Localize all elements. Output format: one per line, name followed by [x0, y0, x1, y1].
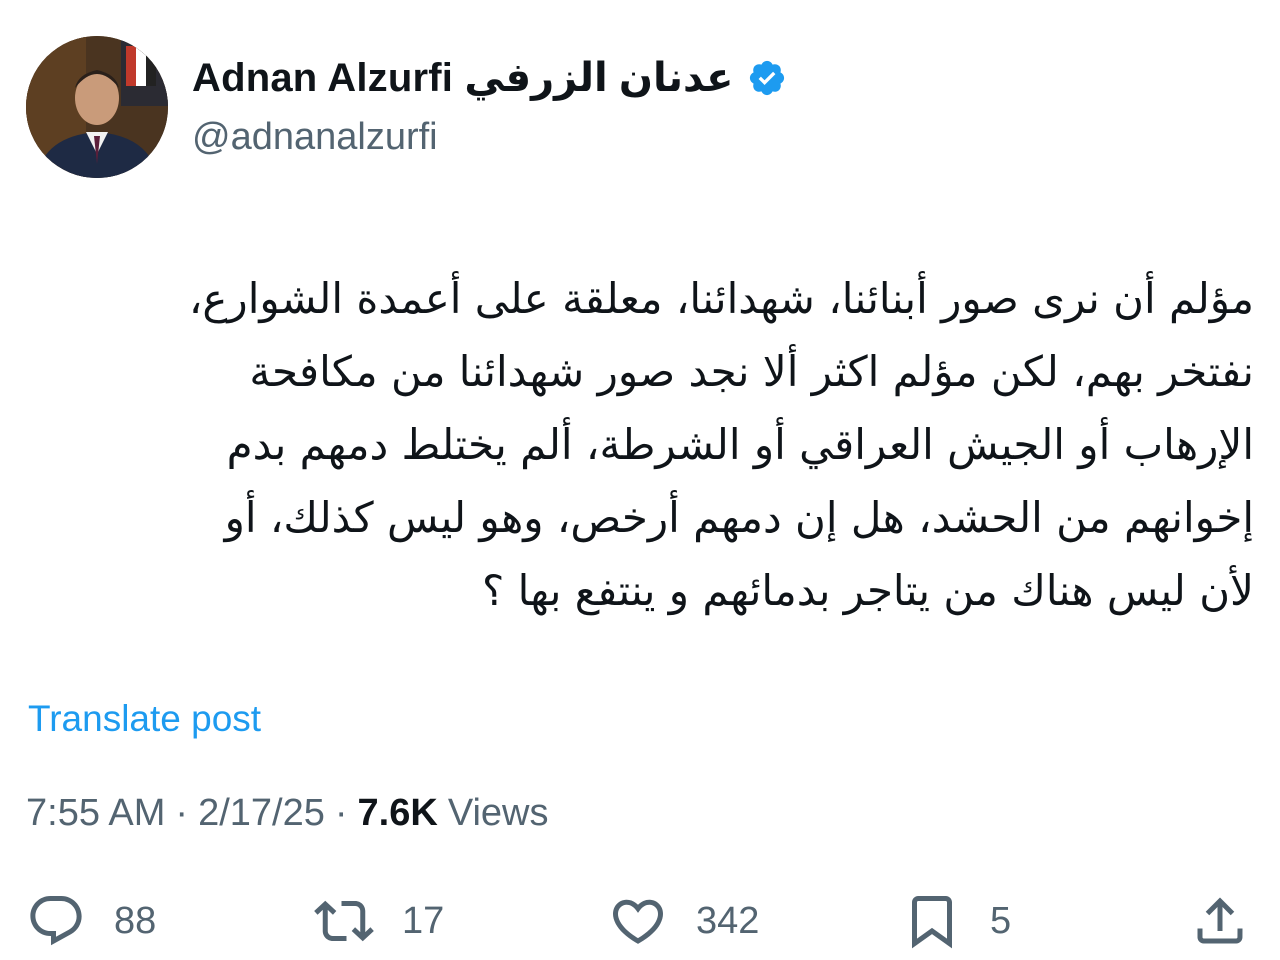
tweet-meta: 7:55 AM · 2/17/25 · 7.6K Views [26, 792, 549, 835]
tweet-actions-bar: 88 17 342 5 [26, 888, 1254, 954]
bookmark-count: 5 [990, 899, 1012, 942]
reply-count: 88 [114, 899, 157, 942]
tweet-header: Adnan Alzurfi عدنان الزرفي @adnanalzurfi [26, 36, 1254, 178]
repost-count: 17 [402, 899, 445, 942]
meta-separator: · [334, 792, 348, 834]
views-count[interactable]: 7.6K [358, 792, 438, 835]
meta-separator: · [175, 792, 189, 834]
like-button[interactable]: 342 [608, 888, 759, 954]
reply-button[interactable]: 88 [26, 888, 156, 954]
views-label[interactable]: Views [448, 792, 549, 835]
tweet-date[interactable]: 2/17/25 [198, 792, 325, 835]
verified-badge-icon [747, 58, 787, 98]
tweet-time[interactable]: 7:55 AM [26, 792, 165, 835]
avatar[interactable] [26, 36, 168, 178]
share-icon [1190, 891, 1250, 951]
share-button[interactable] [1190, 888, 1250, 954]
bookmark-button[interactable]: 5 [902, 888, 1011, 954]
author-display-name[interactable]: Adnan Alzurfi عدنان الزرفي [192, 55, 733, 101]
author-handle[interactable]: @adnanalzurfi [192, 116, 438, 159]
like-count: 342 [696, 899, 760, 942]
repost-icon [314, 891, 374, 951]
heart-icon [608, 891, 668, 951]
bookmark-icon [902, 891, 962, 951]
author-name-row: Adnan Alzurfi عدنان الزرفي [192, 54, 787, 102]
reply-icon [26, 891, 86, 951]
avatar-photo [26, 36, 168, 178]
repost-button[interactable]: 17 [314, 888, 444, 954]
translate-post-link[interactable]: Translate post [28, 698, 261, 740]
tweet-text: مؤلم أن نرى صور أبنائنا، شهدائنا، معلقة … [188, 274, 1254, 615]
